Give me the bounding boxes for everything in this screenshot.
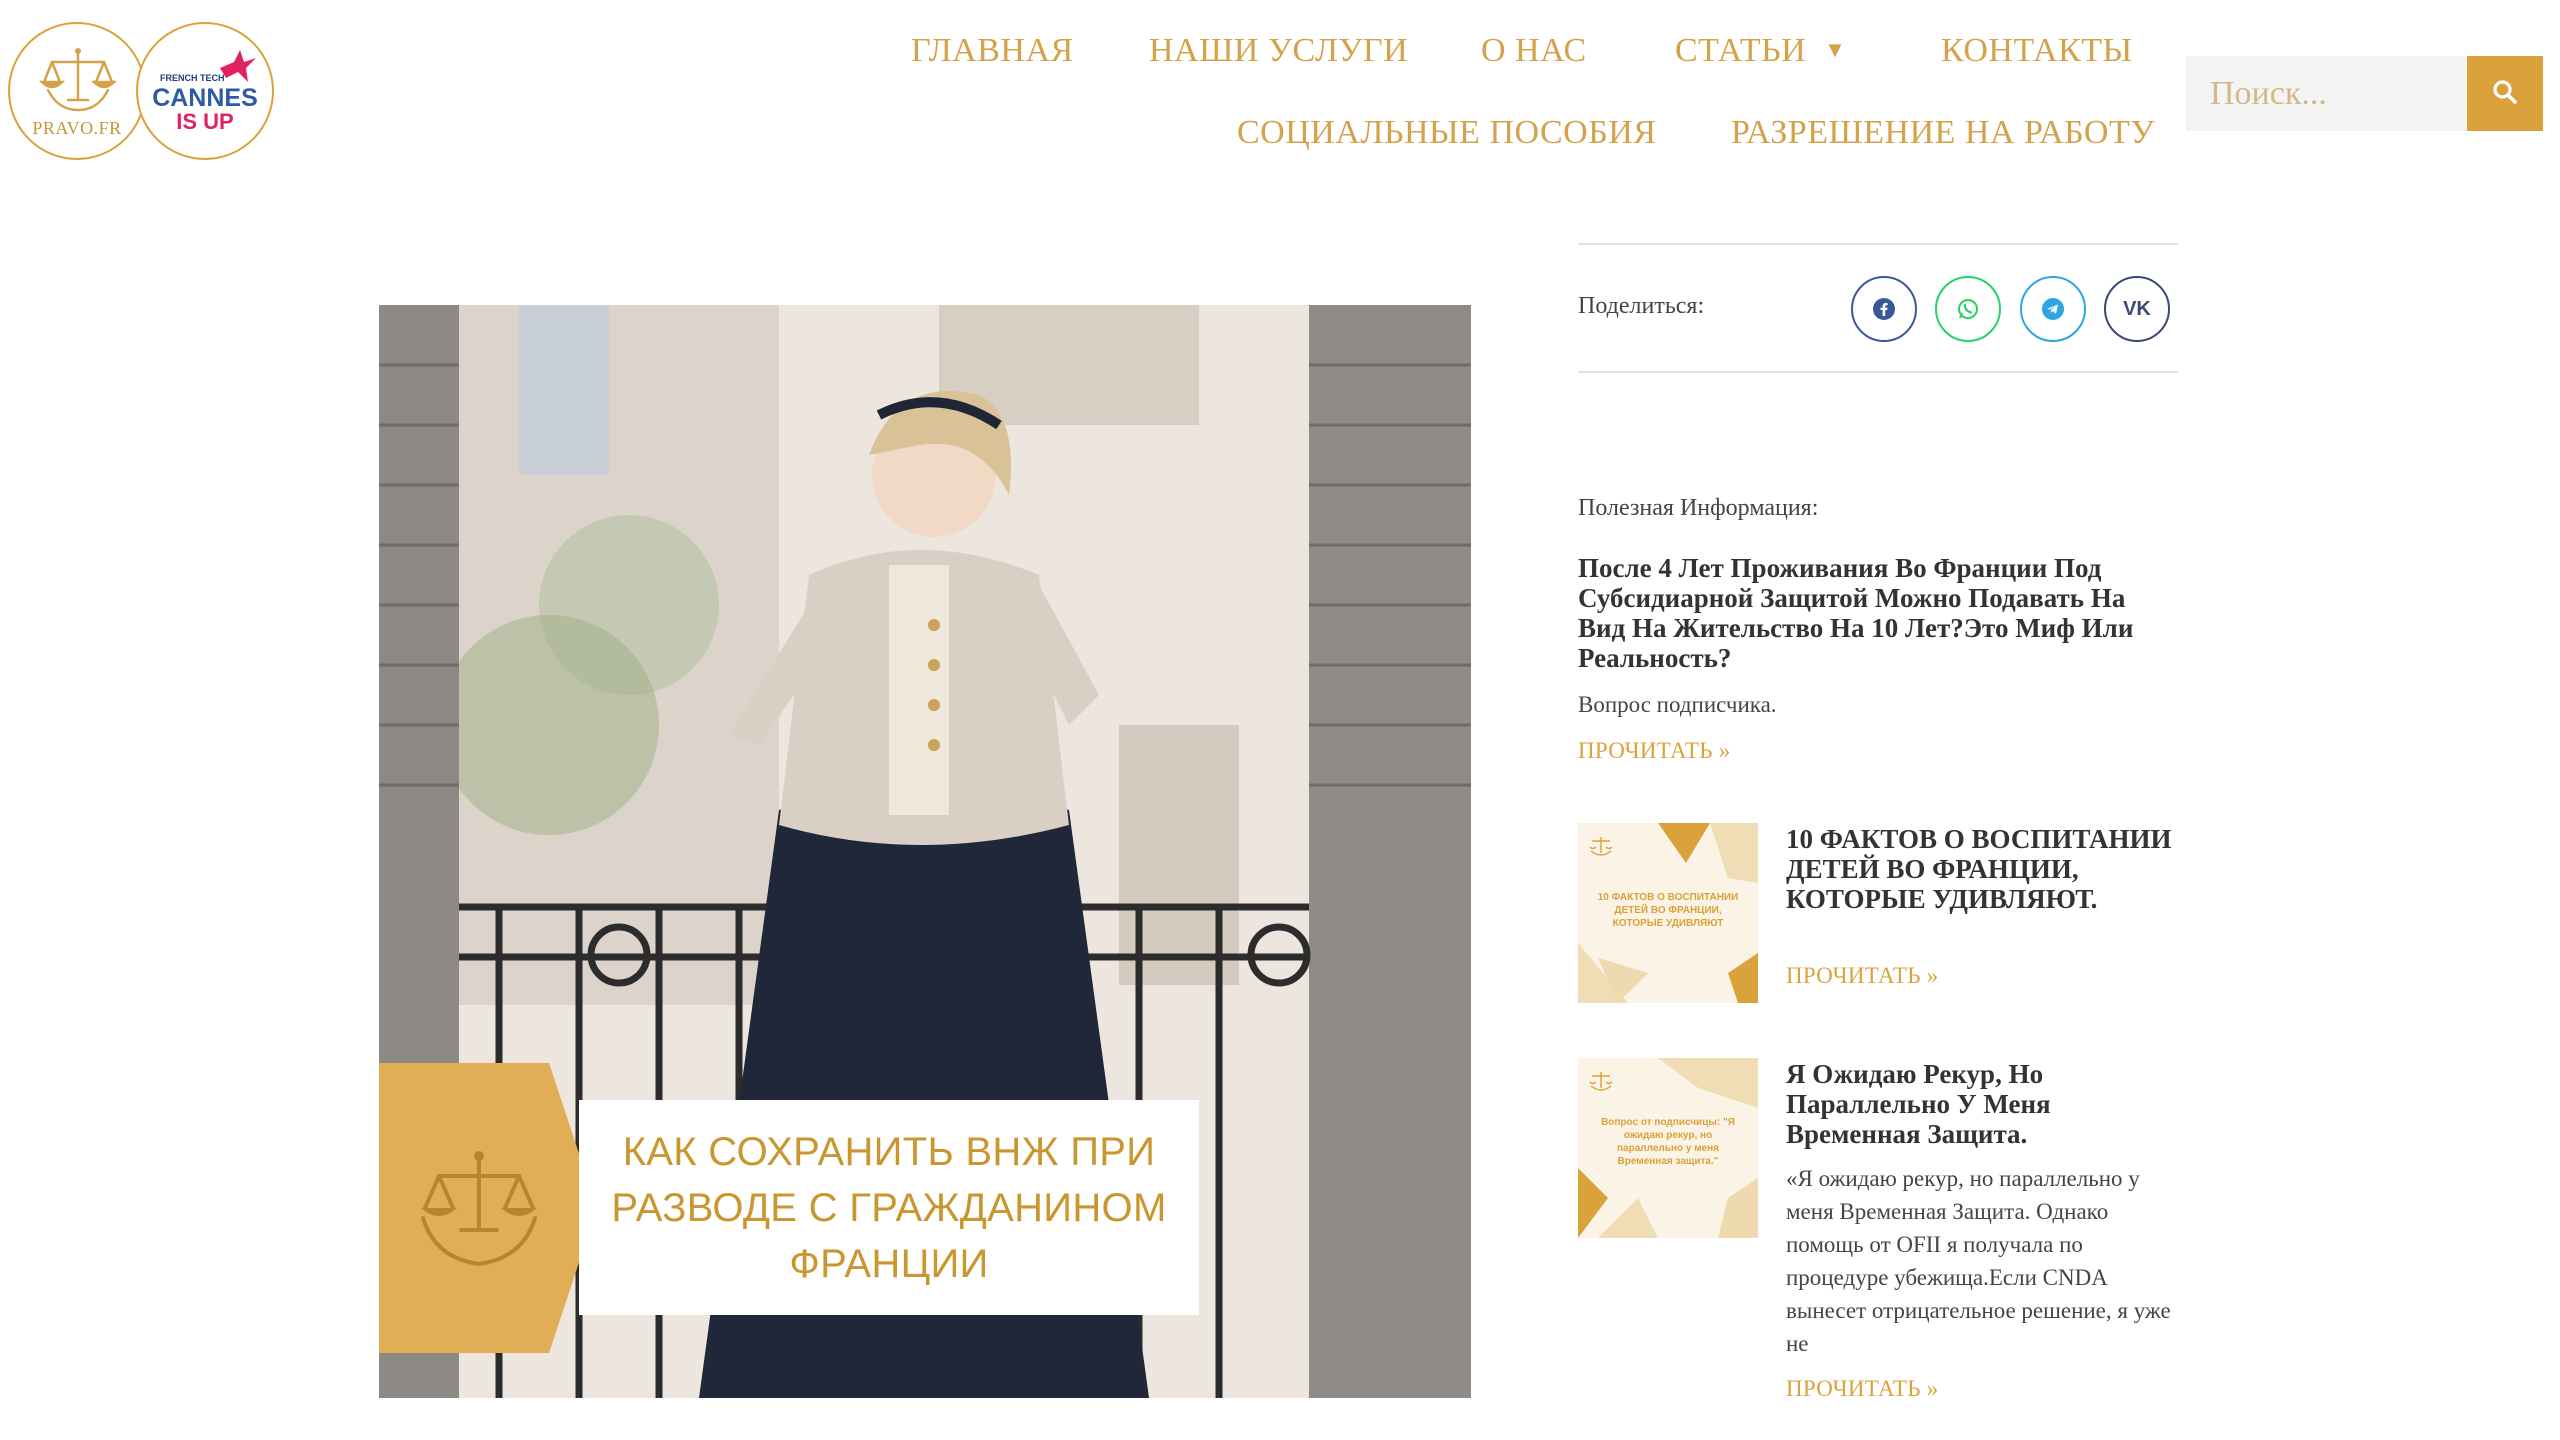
isup-word: IS UP [176,109,234,134]
facebook-icon [1873,298,1895,320]
vk-icon: VK [2123,297,2151,320]
nav-articles[interactable]: СТАТЬИ ▼ [1675,32,1846,70]
read-more-link[interactable]: ПРОЧИТАТЬ » [1578,738,1731,764]
read-more-link[interactable]: ПРОЧИТАТЬ » [1786,1376,1939,1402]
post-title[interactable]: 10 ФАКТОВ О ВОСПИТАНИИ ДЕТЕЙ ВО ФРАНЦИИ,… [1786,824,2178,914]
post-title[interactable]: Я Ожидаю Рекур, Но Параллельно У Меня Вр… [1786,1059,2178,1149]
nav-home[interactable]: ГЛАВНАЯ [911,32,1074,70]
search-icon [2493,80,2517,104]
telegram-icon [2042,298,2064,320]
nav-services[interactable]: НАШИ УСЛУГИ [1149,32,1408,70]
pravo-logo[interactable]: PRAVO.FR [8,22,146,160]
cannes-word: CANNES [152,84,258,112]
share-vk-button[interactable]: VK [2104,276,2170,342]
post-excerpt: «Я ожидаю рекур, но параллельно у меня В… [1786,1166,2171,1356]
scales-icon [38,48,118,112]
site-logo[interactable]: PRAVO.FR FRENCH TECH CANNES IS UP [8,22,276,164]
nav-articles-label: СТАТЬИ [1675,32,1807,69]
pravo-logo-text: PRAVO.FR [32,118,122,138]
share-telegram-button[interactable] [2020,276,2086,342]
share-label: Поделиться: [1578,293,1705,319]
nav-contacts[interactable]: КОНТАКТЫ [1941,32,2133,70]
scales-laurel-icon [421,1151,537,1267]
cannes-is-up-logo[interactable]: FRENCH TECH CANNES IS UP [136,22,274,160]
post-excerpt: Вопрос подписчика. [1578,692,1777,717]
share-divider-bottom [1578,371,2178,373]
nav-work-permit[interactable]: РАЗРЕШЕНИЕ НА РАБОТУ [1731,114,2155,152]
read-more-link[interactable]: ПРОЧИТАТЬ » [1786,963,1939,989]
scales-icon [1589,837,1613,856]
hero-title: КАК СОХРАНИТЬ ВНЖ ПРИ РАЗВОДЕ С ГРАЖДАНИ… [611,1129,1167,1286]
share-facebook-button[interactable] [1851,276,1917,342]
scales-icon [1589,1072,1613,1091]
post-title[interactable]: После 4 Лет Проживания Во Франции Под Су… [1578,553,2178,673]
cannes-logo-text: CANNES IS UP [138,86,272,134]
frenchtech-text: FRENCH TECH [160,73,225,83]
caret-down-icon[interactable]: ▼ [1824,37,1846,63]
whatsapp-icon [1958,299,1978,319]
article-featured-image: КАК СОХРАНИТЬ ВНЖ ПРИ РАЗВОДЕ С ГРАЖДАНИ… [379,305,1471,1398]
nav-about[interactable]: О НАС [1481,32,1587,70]
post-thumbnail[interactable]: Вопрос от подписчицы: "Я ожидаю рекур, н… [1578,1058,1758,1238]
search-input[interactable] [2186,56,2467,131]
search-button[interactable] [2467,56,2543,131]
post-thumbnail[interactable]: 10 ФАКТОВ О ВОСПИТАНИИ ДЕТЕЙ ВО ФРАНЦИИ,… [1578,823,1758,1003]
thumbnail-caption: 10 ФАКТОВ О ВОСПИТАНИИ ДЕТЕЙ ВО ФРАНЦИИ,… [1597,892,1739,929]
thumbnail-caption: Вопрос от подписчицы: "Я ожидаю рекур, н… [1601,1117,1735,1167]
hero-title-banner: КАК СОХРАНИТЬ ВНЖ ПРИ РАЗВОДЕ С ГРАЖДАНИ… [579,1100,1199,1315]
nav-social-benefits[interactable]: СОЦИАЛЬНЫЕ ПОСОБИЯ [1237,114,1656,152]
share-whatsapp-button[interactable] [1935,276,2001,342]
useful-info-label: Полезная Информация: [1578,495,1819,521]
share-divider-top [1578,243,2178,245]
